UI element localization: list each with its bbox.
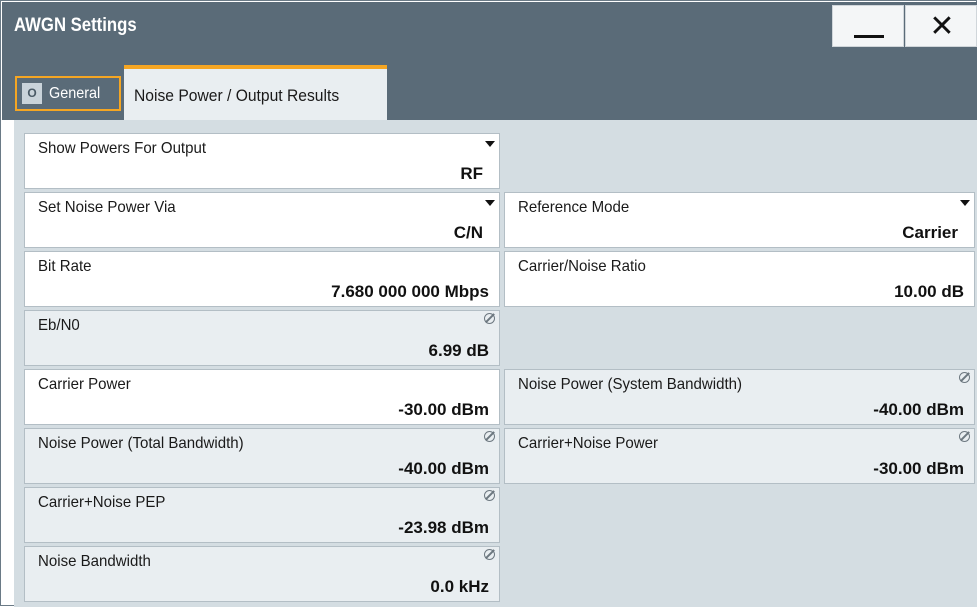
field-label: Set Noise Power Via — [38, 199, 176, 216]
dropdown-arrow-icon — [960, 200, 970, 206]
power-icon: O — [22, 83, 42, 104]
awgn-settings-dialog: AWGN Settings ✕ O General Noise Power / … — [0, 0, 977, 607]
settings-panel: Show Powers For Output RF Set Noise Powe… — [14, 120, 977, 607]
set-noise-power-via-dropdown[interactable]: Set Noise Power Via C/N — [24, 192, 500, 248]
minimize-icon — [854, 35, 884, 38]
field-label: Noise Power (System Bandwidth) — [518, 376, 743, 393]
field-label: Eb/N0 — [38, 317, 80, 334]
noise-power-total-bandwidth-readout: Noise Power (Total Bandwidth) -40.00 dBm — [24, 428, 500, 484]
carrier-noise-power-readout: Carrier+Noise Power -30.00 dBm — [504, 428, 975, 484]
carrier-noise-ratio-input[interactable]: Carrier/Noise Ratio 10.00 dB — [504, 251, 975, 307]
bit-rate-input[interactable]: Bit Rate 7.680 000 000 Mbps — [24, 251, 500, 307]
noise-power-system-bandwidth-readout: Noise Power (System Bandwidth) -40.00 dB… — [504, 369, 975, 425]
field-value: 0.0 kHz — [430, 577, 489, 596]
field-label: Noise Power (Total Bandwidth) — [38, 435, 244, 452]
noise-bandwidth-readout: Noise Bandwidth 0.0 kHz — [24, 546, 500, 602]
read-only-icon — [959, 372, 970, 383]
read-only-icon — [484, 490, 495, 501]
field-value: 6.99 dB — [428, 341, 489, 360]
close-button[interactable]: ✕ — [905, 5, 977, 47]
tab-general-label: General — [49, 85, 101, 102]
field-value: -40.00 dBm — [873, 400, 964, 419]
field-label: Carrier+Noise Power — [518, 435, 659, 452]
read-only-icon — [484, 431, 495, 442]
field-value: C/N — [453, 223, 483, 242]
field-value: Carrier — [902, 223, 958, 242]
tab-noise-power-output-results[interactable]: Noise Power / Output Results — [124, 65, 387, 120]
title-bar: AWGN Settings ✕ — [2, 2, 977, 50]
field-label: Carrier Power — [38, 376, 131, 393]
carrier-power-input[interactable]: Carrier Power -30.00 dBm — [24, 369, 500, 425]
field-value: 7.680 000 000 Mbps — [331, 282, 489, 301]
eb-n0-readout: Eb/N0 6.99 dB — [24, 310, 500, 366]
tab-bar: O General Noise Power / Output Results — [2, 50, 977, 120]
field-label: Noise Bandwidth — [38, 553, 151, 570]
tab-noise-power-label: Noise Power / Output Results — [134, 86, 340, 105]
field-label: Bit Rate — [38, 258, 92, 275]
read-only-icon — [959, 431, 970, 442]
read-only-icon — [484, 313, 495, 324]
minimize-button[interactable] — [832, 5, 904, 47]
dropdown-arrow-icon — [485, 141, 495, 147]
field-label: Carrier+Noise PEP — [38, 494, 166, 511]
field-value: RF — [460, 164, 483, 183]
read-only-icon — [484, 549, 495, 560]
carrier-noise-pep-readout: Carrier+Noise PEP -23.98 dBm — [24, 487, 500, 543]
field-label: Reference Mode — [518, 199, 630, 216]
field-value: -23.98 dBm — [398, 518, 489, 537]
field-value: 10.00 dB — [894, 282, 964, 301]
dialog-title: AWGN Settings — [14, 15, 137, 36]
dropdown-arrow-icon — [485, 200, 495, 206]
close-icon: ✕ — [929, 10, 955, 43]
field-value: -30.00 dBm — [398, 400, 489, 419]
field-label: Show Powers For Output — [38, 140, 207, 157]
reference-mode-dropdown[interactable]: Reference Mode Carrier — [504, 192, 975, 248]
field-label: Carrier/Noise Ratio — [518, 258, 646, 275]
field-value: -30.00 dBm — [873, 459, 964, 478]
tab-general[interactable]: O General — [15, 76, 121, 111]
field-value: -40.00 dBm — [398, 459, 489, 478]
show-powers-for-output-dropdown[interactable]: Show Powers For Output RF — [24, 133, 500, 189]
